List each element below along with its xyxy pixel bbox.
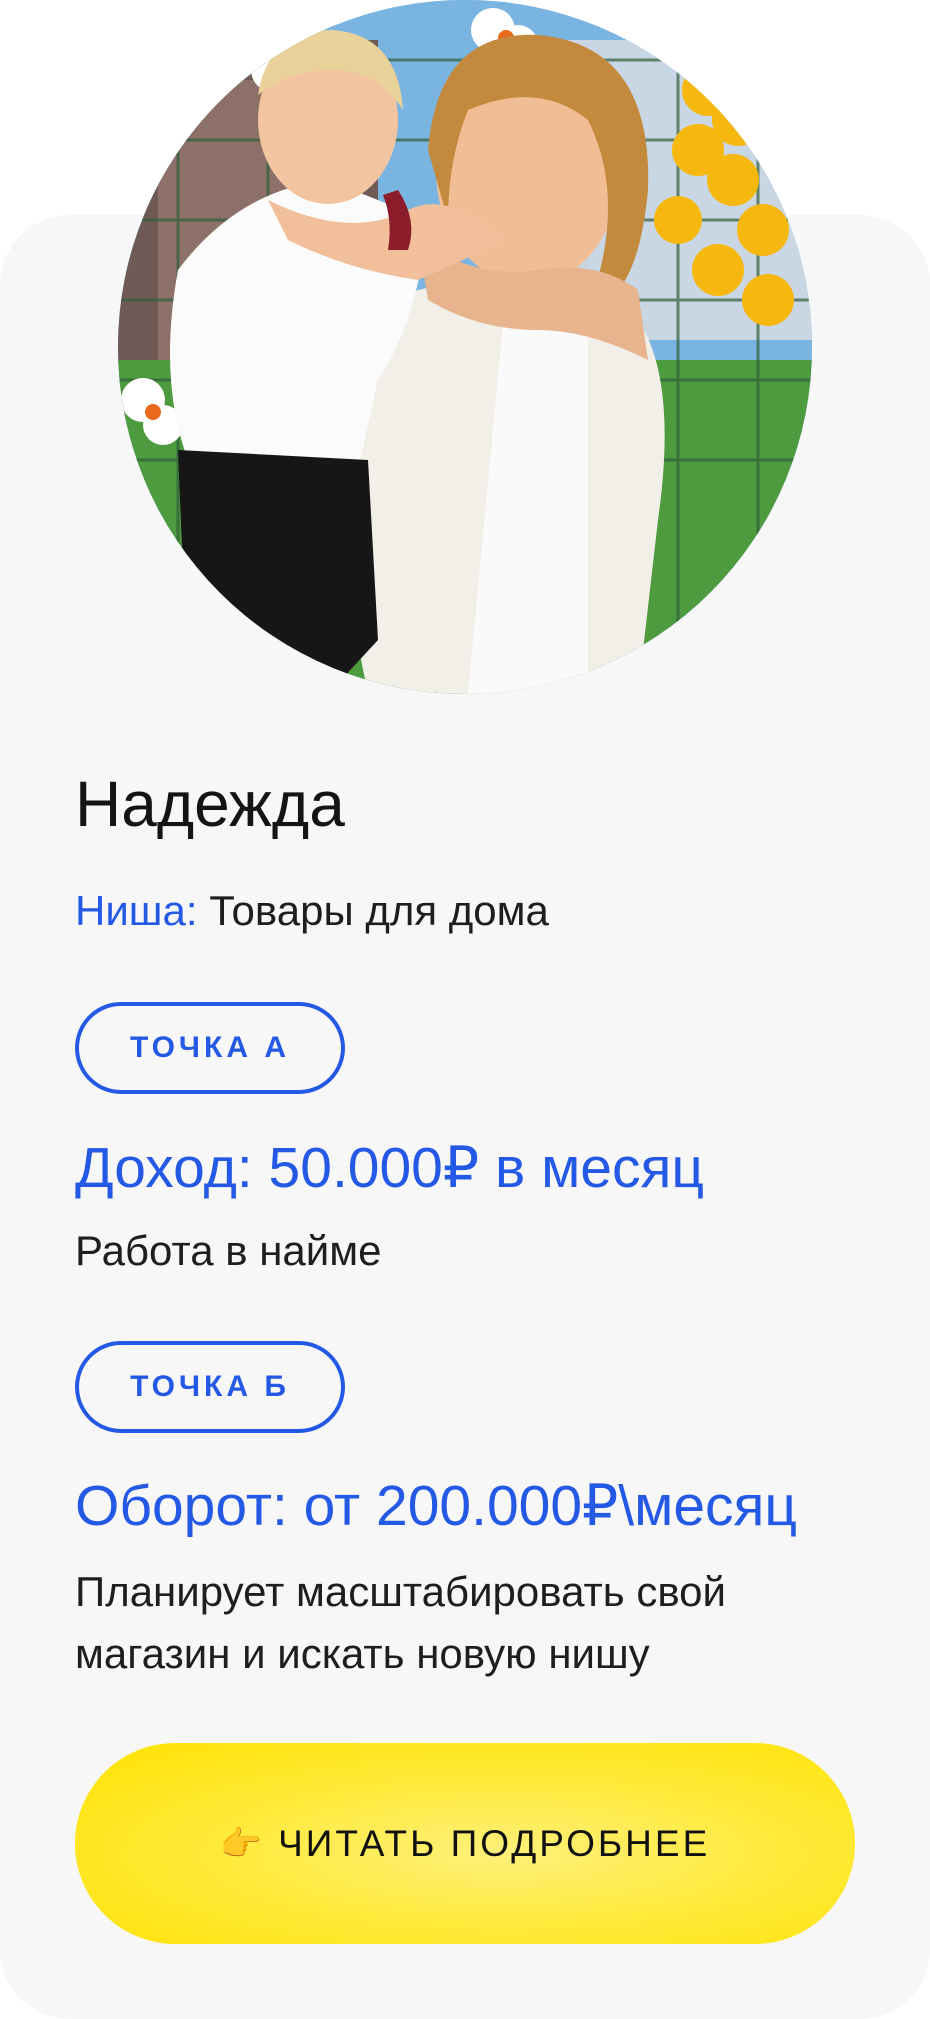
avatar <box>118 0 812 694</box>
point-a-badge: ТОЧКА А <box>75 1002 345 1094</box>
niche-line: Ниша: Товары для дома <box>75 886 549 936</box>
read-more-button[interactable]: 👉 ЧИТАТЬ ПОДРОБНЕЕ <box>75 1743 855 1944</box>
avatar-photo <box>118 0 812 694</box>
pointing-hand-icon: 👉 <box>219 1824 263 1863</box>
point-b-description: Планирует масштабировать свой магазин и … <box>75 1568 726 1677</box>
point-b-badge: ТОЧКА Б <box>75 1341 345 1433</box>
niche-label: Ниша: <box>75 887 198 934</box>
niche-value: Товары для дома <box>209 887 549 934</box>
read-more-label: ЧИТАТЬ ПОДРОБНЕЕ <box>278 1822 711 1864</box>
point-a-headline: Доход: 50.000₽ в месяц <box>75 1136 705 1200</box>
point-b-headline: Оборот: от 200.000₽\месяц <box>75 1474 798 1538</box>
person-name: Надежда <box>75 768 345 840</box>
point-a-description: Работа в найме <box>75 1227 382 1274</box>
